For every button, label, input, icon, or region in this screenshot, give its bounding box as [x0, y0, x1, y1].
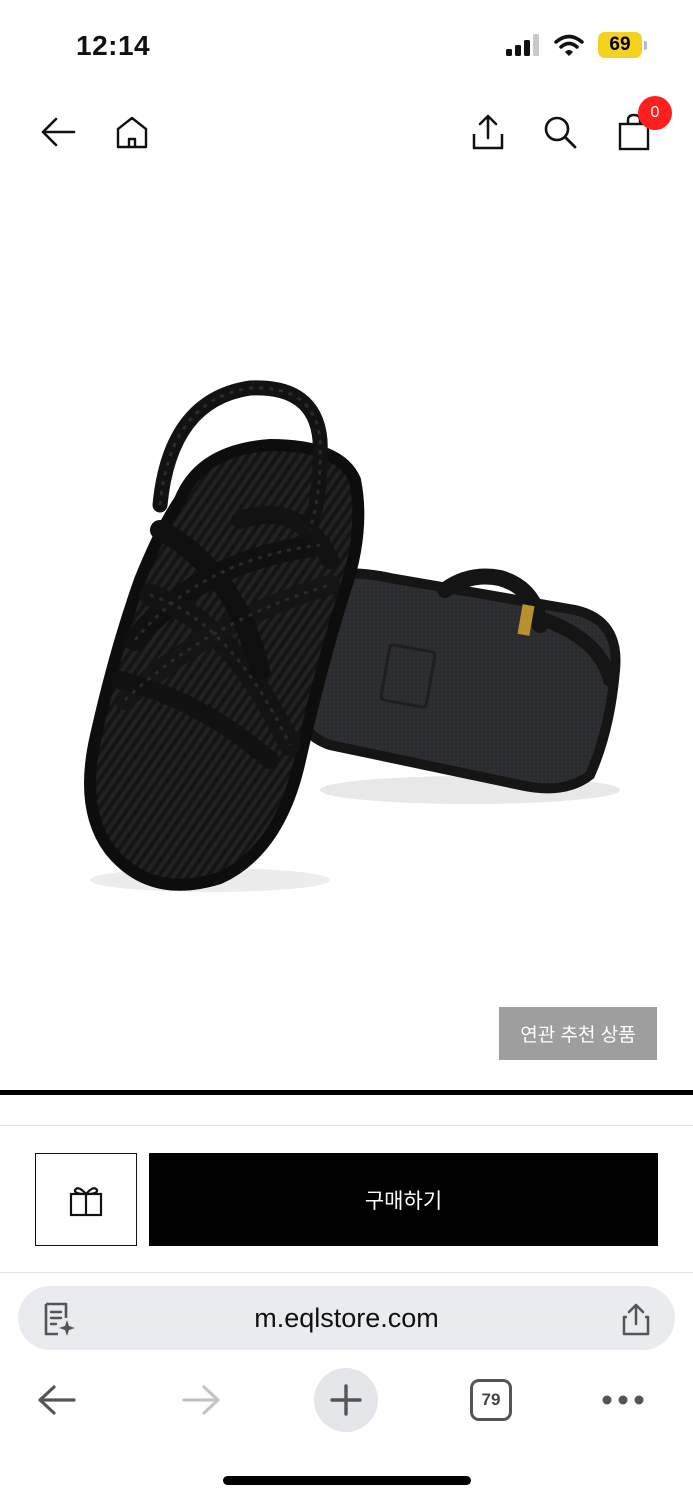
- product-detail-page: 12:14 69 0 연관 추천 상품 구매하기 m.eqlstore.com …: [0, 0, 693, 1500]
- status-indicators: 69: [506, 32, 647, 58]
- back-button[interactable]: [36, 110, 80, 154]
- battery-level: 69: [598, 32, 642, 58]
- search-button[interactable]: [538, 110, 582, 154]
- back-arrow-icon: [41, 117, 76, 147]
- black-rope-sandal-image[interactable]: [0, 200, 693, 1080]
- related-products-button[interactable]: 연관 추천 상품: [499, 1007, 657, 1060]
- battery-tip: [644, 40, 647, 50]
- home-indicator: [223, 1476, 471, 1485]
- back-arrow-icon: [38, 1385, 76, 1415]
- share-button[interactable]: [466, 110, 510, 154]
- gift-button[interactable]: [35, 1153, 137, 1246]
- plus-icon: [330, 1384, 362, 1416]
- share-icon: [472, 114, 504, 150]
- search-icon: [544, 116, 577, 149]
- tabs-icon: 79: [470, 1379, 512, 1421]
- signal-icon: [506, 34, 539, 56]
- browser-back-button[interactable]: [24, 1368, 88, 1432]
- more-icon: [602, 1395, 644, 1405]
- share-icon[interactable]: [621, 1302, 651, 1336]
- status-time: 12:14: [76, 30, 151, 61]
- tabs-button[interactable]: 79: [459, 1368, 523, 1432]
- buy-button[interactable]: 구매하기: [149, 1153, 658, 1246]
- home-icon: [116, 116, 148, 149]
- divider: [0, 1125, 693, 1126]
- new-tab-button[interactable]: [314, 1368, 378, 1432]
- browser-divider: [0, 1272, 693, 1273]
- address-bar[interactable]: m.eqlstore.com: [18, 1286, 675, 1350]
- url-text[interactable]: m.eqlstore.com: [18, 1286, 675, 1350]
- browser-forward-button[interactable]: [170, 1368, 234, 1432]
- forward-arrow-icon: [182, 1385, 220, 1415]
- section-divider: [0, 1090, 693, 1095]
- gift-icon: [69, 1186, 103, 1216]
- battery-icon: 69: [598, 32, 647, 58]
- wifi-icon: [554, 34, 584, 56]
- cart-count-badge: 0: [638, 96, 672, 130]
- home-button[interactable]: [110, 110, 154, 154]
- cart-button[interactable]: 0: [612, 96, 672, 154]
- more-button[interactable]: [591, 1368, 655, 1432]
